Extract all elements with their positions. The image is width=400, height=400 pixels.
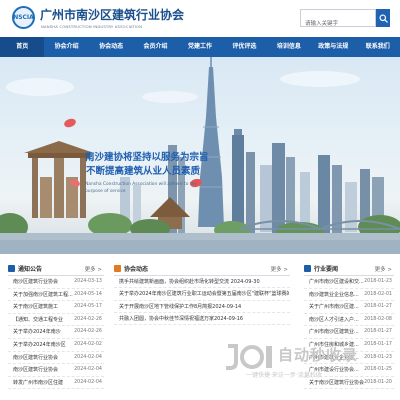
notice-item[interactable]: 关于南沙区建筑施工 2024-05-17 [8,301,104,314]
search-input[interactable] [301,16,375,32]
notice-date: 2024-05-14 [74,291,102,297]
industry-title: 行业要闻 [314,266,339,273]
notice-title[interactable]: 转发广州市南沙区住建 [13,377,73,390]
nav-item-policies[interactable]: 政策与法规 [311,37,355,57]
industry-item[interactable]: 南沙建筑业企业信息... 2018-02-01 [304,289,394,302]
nav-item-news[interactable]: 协会动态 [89,37,133,57]
industry-item[interactable]: 关于广州市南沙区建... 2018-01-27 [304,301,394,314]
news-item-title[interactable]: 携手共绘建筑新画面，协会组织赴市场化转型交流 2024-09-30 [119,276,289,288]
nav-item-awards[interactable]: 评优评选 [222,37,266,57]
news-item[interactable]: 关于举办2024年南沙区建筑行业职工运动会暨第五届南沙区"建联杯"篮球赛的通知 … [114,288,290,301]
site-subtitle: NANSHA CONSTRUCTION INDUSTRY ASSOCIATION [41,24,143,29]
notice-title[interactable]: 南沙区建筑行业协会 [13,352,73,365]
watermark-subtext: 一键快捷·来访一步·流量秒收 [246,372,322,379]
industry-item-title[interactable]: 关于广州市南沙区建... [309,301,365,314]
nav-item-training[interactable]: 培训信息 [267,37,311,57]
site-header: NSCIA 广州市南沙区建筑行业协会 NANSHA CONSTRUCTION I… [0,0,400,37]
news-more-link[interactable]: 更多 > [271,265,288,273]
notice-title[interactable]: 关于举办2024年南沙 [13,326,73,339]
megaphone-icon [8,265,15,272]
industry-item-title[interactable]: 南沙建筑业企业信息... [309,289,365,302]
notices-header: 通知公告 更多 > [8,262,104,276]
logo-text: NSCIA [13,14,34,21]
flag-icon [114,265,121,272]
news-header: 协会动态 更多 > [114,262,290,276]
news-item-title[interactable]: 关于举办2024年南沙区建筑行业职工运动会暨第五届南沙区"建联杯"篮球赛的通知 … [119,288,289,300]
notice-title[interactable]: 南沙区建筑行业协会 [13,276,73,289]
news-item[interactable]: 携手共绘建筑新画面，协会组织赴市场化转型交流 2024-09-30 [114,276,290,289]
industry-item-title[interactable]: 广州市南沙区建筑业... [309,326,365,339]
industry-item-date: 2018-01-27 [364,304,392,310]
industry-item-date: 2018-02-08 [364,316,392,322]
banner-slogan-line2: 不断提高建筑从业人员素质 [86,166,201,177]
nav-item-members[interactable]: 会员介绍 [133,37,177,57]
hero-banner[interactable]: 南沙建协将坚持以服务为宗旨 不断提高建筑从业人员素质 Nansha Constr… [0,57,400,254]
nav-item-contact[interactable]: 联系我们 [356,37,400,57]
industry-more-link[interactable]: 更多 > [375,265,392,273]
notice-date: 2024-02-02 [74,341,102,347]
industry-item-title[interactable]: 南沙区人才引进入户... [309,314,365,327]
notice-item[interactable]: 关于举办2024年南沙 2024-02-26 [8,326,104,339]
notice-item[interactable]: 转发广州市南沙区住建 2024-02-04 [8,377,104,390]
notice-title[interactable]: 关于加强南沙区建筑工程... [13,289,73,302]
banner-slogan-line1: 南沙建协将坚持以服务为宗旨 [85,152,209,163]
industry-item-date: 2018-01-23 [364,279,392,284]
notice-title[interactable]: 关于南沙区建筑施工 [13,301,73,314]
notice-date: 2024-02-04 [74,367,102,373]
notice-item[interactable]: 【通知、交通工程专业 2024-02-26 [8,314,104,327]
search-box [300,9,376,32]
notices-more-link[interactable]: 更多 > [85,265,102,273]
page: NSCIA 广州市南沙区建筑行业协会 NANSHA CONSTRUCTION I… [0,0,400,400]
notice-title[interactable]: 【通知、交通工程专业 [13,314,73,327]
watermark: 自动秒收录 一键快捷·来访一步·流量秒收 [220,340,390,386]
magnifier-icon [378,13,388,23]
document-icon [304,265,311,272]
notices-title: 通知公告 [18,266,43,273]
notice-item[interactable]: 关于举办2024年南沙区 2024-02-02 [8,339,104,352]
main-nav: 首页 协会介绍 协会动态 会员介绍 党建工作 评优评选 培训信息 政策与法规 联… [0,37,400,57]
notice-date: 2024-05-17 [74,304,102,310]
notice-item[interactable]: 南沙区建筑行业协会 2024-02-04 [8,352,104,365]
notice-date: 2024-02-26 [74,316,102,322]
notice-date: 2024-03-13 [74,279,102,284]
search-button[interactable] [376,9,390,27]
association-logo[interactable]: NSCIA [12,6,35,29]
news-item[interactable]: 关于开展南沙区地下管线保护工作8月简报2024-09-14 [114,301,290,313]
industry-item[interactable]: 南沙区人才引进入户... 2018-02-08 [304,314,394,327]
banner-slogan-english-line1: Nansha Construction Association will adh… [85,182,198,187]
nav-item-about[interactable]: 协会介绍 [44,37,88,57]
notices-panel: 通知公告 更多 > 南沙区建筑行业协会 2024-03-13 关于加强南沙区建筑工… [8,262,104,400]
industry-item-title[interactable]: 广州市南沙区建设和交... [309,276,365,289]
industry-item-date: 2018-02-01 [364,291,392,297]
notice-date: 2024-02-26 [74,329,102,335]
notice-item[interactable]: 南沙区建筑行业协会 2024-03-13 [8,276,104,289]
notice-date: 2024-02-04 [74,354,102,360]
nav-item-party-building[interactable]: 党建工作 [178,37,222,57]
watermark-logo-icon [226,344,272,370]
notice-date: 2024-02-04 [74,379,102,385]
site-title: 广州市南沙区建筑行业协会 [40,8,185,22]
banner-slogan-english-line2: purpose of service [85,189,126,194]
watermark-text: 自动秒收录 [278,346,359,364]
news-item-title[interactable]: 共融入团圆，协会中秋佳节深情祝福送万家2024-09-16 [119,313,289,325]
industry-item[interactable]: 广州市南沙区建设和交... 2018-01-23 [304,276,394,289]
news-item-title[interactable]: 关于开展南沙区地下管线保护工作8月简报2024-09-14 [119,301,289,313]
notice-title[interactable]: 南沙区建筑行业协会 [13,364,73,377]
notice-item[interactable]: 关于加强南沙区建筑工程... 2024-05-14 [8,289,104,302]
industry-header: 行业要闻 更多 > [304,262,394,276]
news-title: 协会动态 [124,266,149,273]
notice-title[interactable]: 关于举办2024年南沙区 [13,339,73,352]
industry-item[interactable]: 广州市南沙区建筑业... 2018-01-27 [304,326,394,339]
industry-item-date: 2018-01-27 [364,329,392,335]
nav-item-home[interactable]: 首页 [0,37,45,57]
notice-item[interactable]: 南沙区建筑行业协会 2024-02-04 [8,364,104,377]
news-item[interactable]: 共融入团圆，协会中秋佳节深情祝福送万家2024-09-16 [114,313,290,326]
